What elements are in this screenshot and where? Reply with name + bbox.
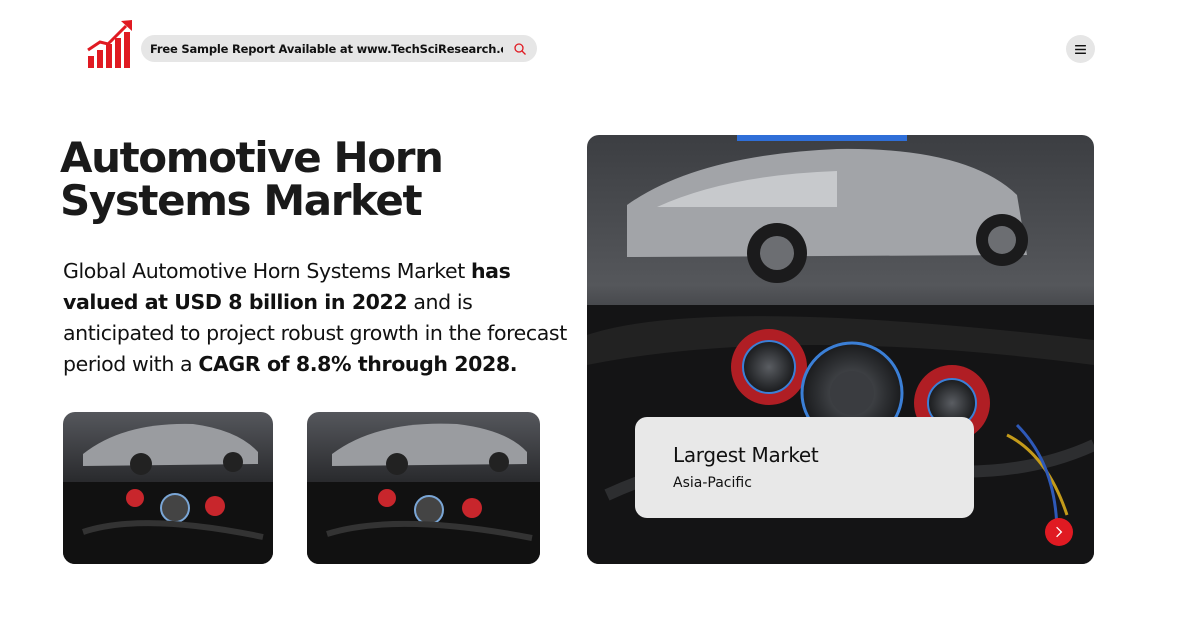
next-slide-button[interactable] <box>1045 518 1073 546</box>
thumbnail-image-1[interactable] <box>63 412 273 564</box>
page-title: Automotive Horn Systems Market <box>60 133 444 225</box>
car-engine-horn-photo <box>307 412 540 564</box>
bar-chart-growth-icon <box>87 20 132 68</box>
search-bar[interactable]: Free Sample Report Available at www.Tech… <box>141 35 537 62</box>
description-part-1: Global Automotive Horn Systems Market <box>63 259 471 283</box>
thumbnail-image-2[interactable] <box>307 412 540 564</box>
largest-market-card: Largest Market Asia-Pacific <box>635 417 974 518</box>
hamburger-menu-icon <box>1075 44 1086 54</box>
market-description: Global Automotive Horn Systems Market ha… <box>63 256 573 380</box>
menu-button[interactable] <box>1066 35 1095 63</box>
search-bar-text: Free Sample Report Available at www.Tech… <box>150 41 503 56</box>
largest-market-label: Largest Market <box>673 443 819 467</box>
search-icon[interactable] <box>513 42 527 56</box>
car-engine-horn-photo <box>63 412 273 564</box>
description-bold-2: CAGR of 8.8% through 2028. <box>198 352 518 376</box>
largest-market-value: Asia-Pacific <box>673 475 752 491</box>
chevron-right-icon <box>1056 526 1063 538</box>
company-logo[interactable] <box>86 20 134 70</box>
